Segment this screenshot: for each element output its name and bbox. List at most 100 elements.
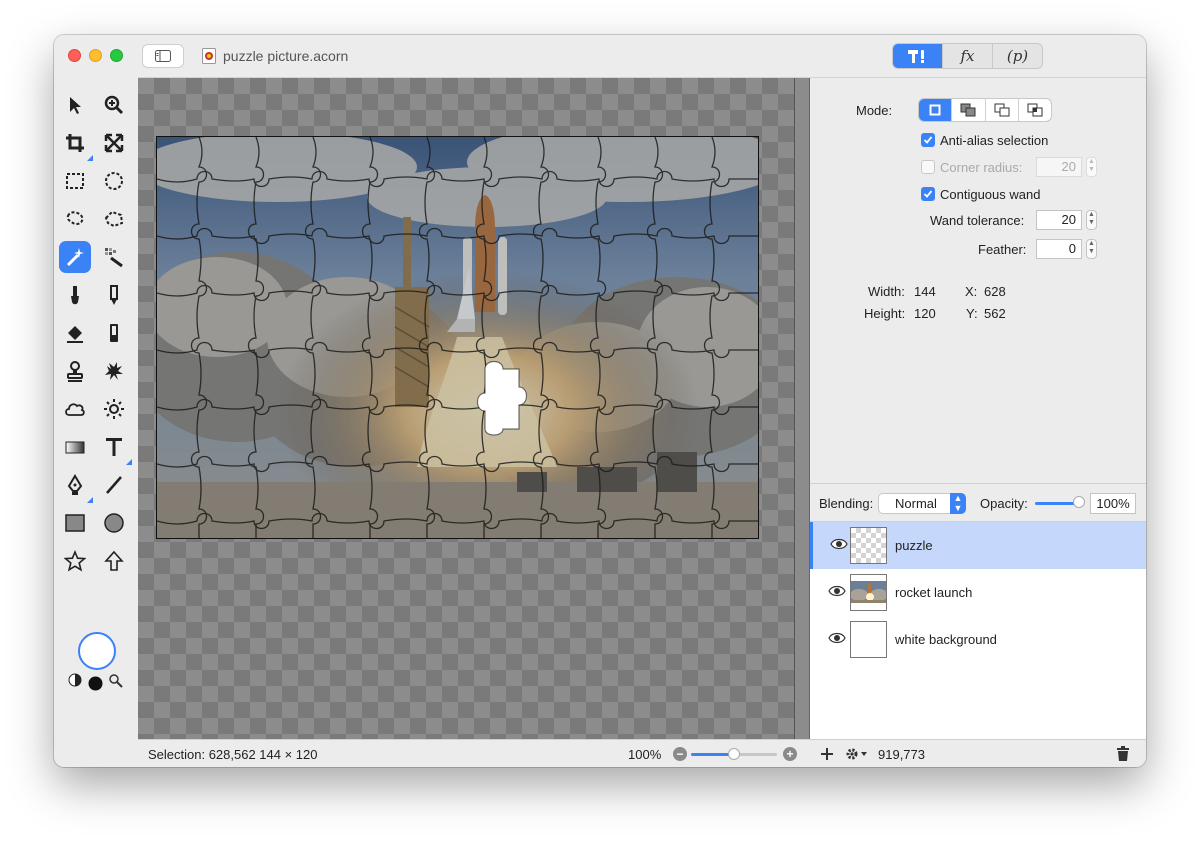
contiguous-wand-checkbox[interactable] xyxy=(921,187,935,201)
stroke-color-icon[interactable] xyxy=(88,676,103,691)
zoom-window-button[interactable] xyxy=(110,49,123,62)
wand-tolerance-field[interactable]: 20 xyxy=(1036,210,1082,230)
fill-color-well[interactable] xyxy=(78,632,116,670)
circle-tool[interactable] xyxy=(98,507,130,539)
brush-tool[interactable] xyxy=(59,279,91,311)
lasso-icon xyxy=(66,211,84,226)
mode-new-icon xyxy=(929,104,941,116)
corner-radius-field[interactable]: 20 xyxy=(1036,157,1082,177)
cloud-icon xyxy=(65,403,85,416)
arrow-icon xyxy=(104,550,124,571)
transform-icon xyxy=(104,133,124,153)
smudge-tool[interactable] xyxy=(98,317,130,349)
magic-wand-icon xyxy=(66,248,84,267)
corner-radius-checkbox[interactable] xyxy=(921,160,935,174)
layer-row-rocket-launch[interactable]: rocket launch xyxy=(810,569,1146,616)
circle-icon xyxy=(104,513,124,533)
rect-select-tool[interactable] xyxy=(59,165,91,197)
clone-stamp-tool[interactable] xyxy=(59,355,91,387)
polygon-lasso-tool[interactable] xyxy=(98,203,130,235)
selection-info: Selection: 628,562 144 × 120 xyxy=(148,747,318,762)
layer-name: rocket launch xyxy=(895,585,973,600)
trash-icon[interactable] xyxy=(1116,746,1130,762)
checkmark-icon xyxy=(923,190,933,198)
gradient-tool[interactable] xyxy=(59,431,91,463)
star-tool[interactable] xyxy=(59,545,91,577)
select-tool[interactable] xyxy=(59,89,91,121)
layer-row-puzzle[interactable]: puzzle xyxy=(810,522,1146,569)
status-bar: Selection: 628,562 144 × 120 100% − + xyxy=(138,739,810,767)
text-tool[interactable] xyxy=(98,431,132,465)
zoom-icon xyxy=(104,95,124,115)
y-label: Y: xyxy=(966,306,978,321)
y-value: 562 xyxy=(984,306,1006,321)
opacity-field[interactable]: 100% xyxy=(1090,493,1136,514)
pen-tool[interactable] xyxy=(59,469,93,503)
mode-new-button[interactable] xyxy=(919,99,953,121)
clone-stamp-icon xyxy=(67,361,83,382)
anti-alias-checkbox[interactable] xyxy=(921,133,935,147)
canvas[interactable] xyxy=(138,78,795,739)
zoom-out-button[interactable]: − xyxy=(673,747,687,761)
eye-icon[interactable] xyxy=(828,632,846,644)
crop-tool[interactable] xyxy=(59,127,93,161)
rect-select-icon xyxy=(66,173,84,189)
cloud-tool[interactable] xyxy=(59,393,91,425)
layer-thumbnail xyxy=(850,527,887,564)
zoom-percentage: 100% xyxy=(628,747,662,762)
zoom-slider[interactable] xyxy=(691,748,777,760)
corner-radius-label: Corner radius: xyxy=(940,160,1023,175)
corner-radius-stepper[interactable]: ▲ ▼ xyxy=(1086,157,1097,177)
minimize-window-button[interactable] xyxy=(89,49,102,62)
healing-tool[interactable] xyxy=(98,355,130,387)
close-window-button[interactable] xyxy=(68,49,81,62)
feather-field[interactable]: 0 xyxy=(1036,239,1082,259)
eye-icon[interactable] xyxy=(828,585,846,597)
oval-select-icon xyxy=(105,172,123,190)
eraser-tool[interactable] xyxy=(59,317,91,349)
layer-row-white-background[interactable]: white background xyxy=(810,616,1146,663)
lasso-tool[interactable] xyxy=(59,203,91,235)
line-tool[interactable] xyxy=(98,469,130,501)
tab-fx[interactable]: fx xyxy=(943,44,993,68)
sidebar-toggle-button[interactable] xyxy=(142,44,184,68)
pencil-tool[interactable] xyxy=(98,279,130,311)
tab-tools[interactable] xyxy=(893,44,943,68)
zoom-in-button[interactable]: + xyxy=(783,747,797,761)
mode-add-button[interactable] xyxy=(952,99,986,121)
tab-p[interactable]: (p) xyxy=(993,44,1042,68)
brush-wand-tool[interactable] xyxy=(98,241,130,273)
arrow-shape-tool[interactable] xyxy=(98,545,130,577)
line-icon xyxy=(106,476,122,494)
tool-palette xyxy=(54,77,138,739)
eyedropper-zoom-icon[interactable] xyxy=(108,673,123,688)
brush-icon xyxy=(71,286,79,305)
eye-icon[interactable] xyxy=(830,538,848,550)
mode-intersect-button[interactable] xyxy=(1019,99,1051,121)
mode-subtract-button[interactable] xyxy=(986,99,1019,121)
anti-alias-label: Anti-alias selection xyxy=(940,133,1049,148)
zoom-slider-knob[interactable] xyxy=(728,748,740,760)
opacity-slider-knob[interactable] xyxy=(1073,496,1085,508)
document-image[interactable] xyxy=(156,136,759,539)
oval-select-tool[interactable] xyxy=(98,165,130,197)
gear-menu-icon[interactable] xyxy=(844,746,870,762)
rectangle-tool[interactable] xyxy=(59,507,91,539)
magic-wand-tool[interactable] xyxy=(59,241,91,273)
canvas-scroll-gutter xyxy=(795,78,810,739)
crop-icon xyxy=(66,134,84,152)
feather-stepper[interactable]: ▲ ▼ xyxy=(1086,239,1097,259)
zoom-tool[interactable] xyxy=(98,89,130,121)
wand-tolerance-stepper[interactable]: ▲ ▼ xyxy=(1086,210,1097,230)
transform-tool[interactable] xyxy=(98,127,130,159)
x-label: X: xyxy=(965,284,978,299)
blending-label: Blending: xyxy=(819,496,874,511)
add-layer-icon[interactable] xyxy=(820,747,834,761)
sidebar-icon xyxy=(155,50,171,62)
swap-colors-icon[interactable] xyxy=(68,673,82,687)
brightness-tool[interactable] xyxy=(98,393,130,425)
select-arrow-icon xyxy=(70,97,81,114)
blend-mode-select[interactable]: Normal ▲ ▼ xyxy=(878,493,966,514)
rectangle-icon xyxy=(65,514,85,532)
pencil-icon xyxy=(110,285,118,305)
